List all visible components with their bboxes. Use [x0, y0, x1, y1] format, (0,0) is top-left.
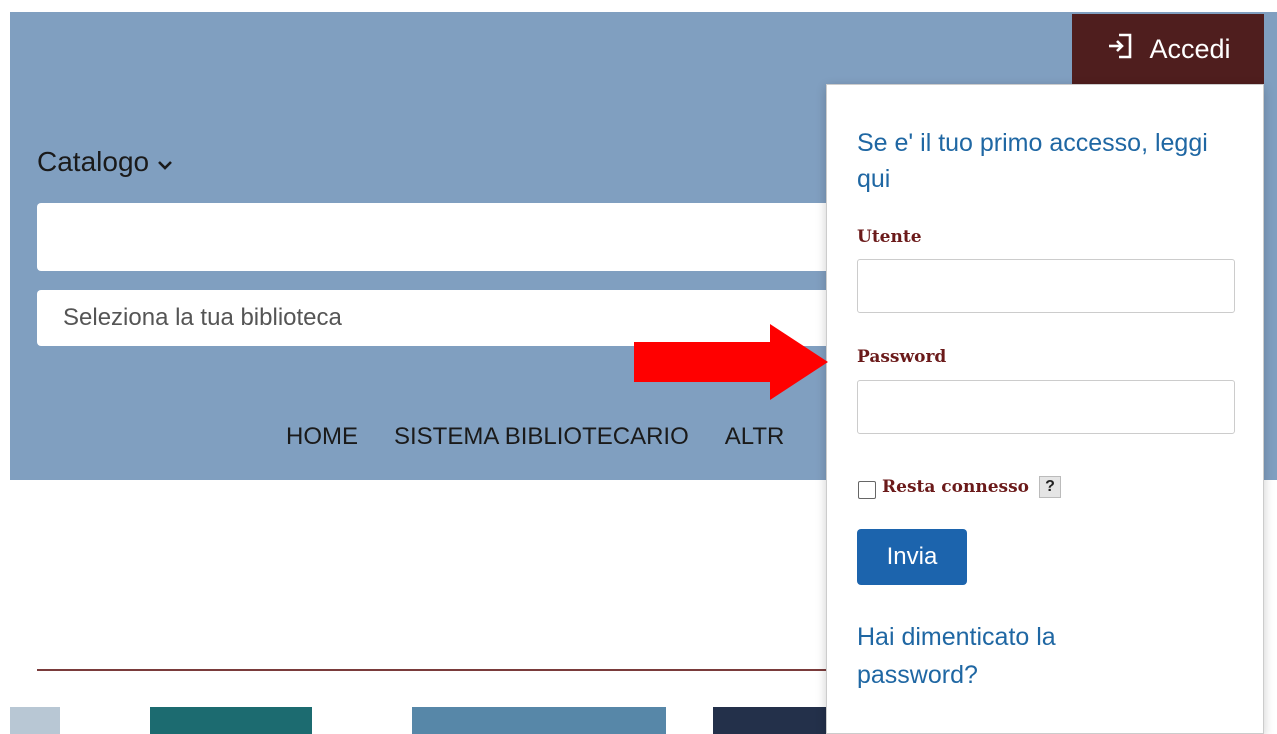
catalog-selector[interactable]: Catalogo	[37, 146, 173, 178]
search-input[interactable]	[37, 203, 837, 271]
chevron-down-icon	[157, 146, 173, 178]
main-nav: HOME SISTEMA BIBLIOTECARIO ALTR	[286, 423, 784, 453]
first-access-link[interactable]: Se e' il tuo primo accesso, leggi qui	[857, 125, 1237, 197]
book-cover-thumbnail[interactable]	[713, 707, 833, 734]
nav-item-home[interactable]: HOME	[286, 423, 358, 453]
help-button[interactable]: ?	[1039, 476, 1062, 498]
login-dropdown: Se e' il tuo primo accesso, leggi qui Ut…	[826, 84, 1264, 734]
password-field[interactable]	[857, 380, 1235, 434]
login-button-label: Accedi	[1149, 33, 1231, 64]
remember-me-row: Resta connesso ?	[858, 475, 1062, 499]
red-arrow-icon	[632, 322, 832, 407]
login-button[interactable]: Accedi	[1072, 14, 1264, 84]
section-divider	[37, 669, 837, 671]
catalog-label: Catalogo	[37, 146, 150, 177]
book-cover-thumbnail[interactable]	[150, 707, 312, 734]
nav-item-other[interactable]: ALTR	[725, 423, 785, 453]
forgot-password-link[interactable]: Hai dimenticato la password?	[857, 618, 1157, 694]
library-select-placeholder: Seleziona la tua biblioteca	[63, 304, 342, 331]
nav-item-library-system[interactable]: SISTEMA BIBLIOTECARIO	[394, 423, 689, 453]
submit-button[interactable]: Invia	[857, 529, 967, 585]
book-cover-thumbnail[interactable]	[412, 707, 666, 734]
username-label: Utente	[857, 227, 922, 247]
remember-me-label: Resta connesso	[882, 477, 1030, 497]
password-label: Password	[857, 347, 947, 367]
username-field[interactable]	[857, 259, 1235, 313]
remember-me-checkbox[interactable]	[858, 481, 876, 499]
sign-in-icon	[1105, 31, 1135, 68]
book-cover-thumbnail[interactable]	[10, 707, 60, 734]
page-top-strip	[0, 0, 1277, 12]
